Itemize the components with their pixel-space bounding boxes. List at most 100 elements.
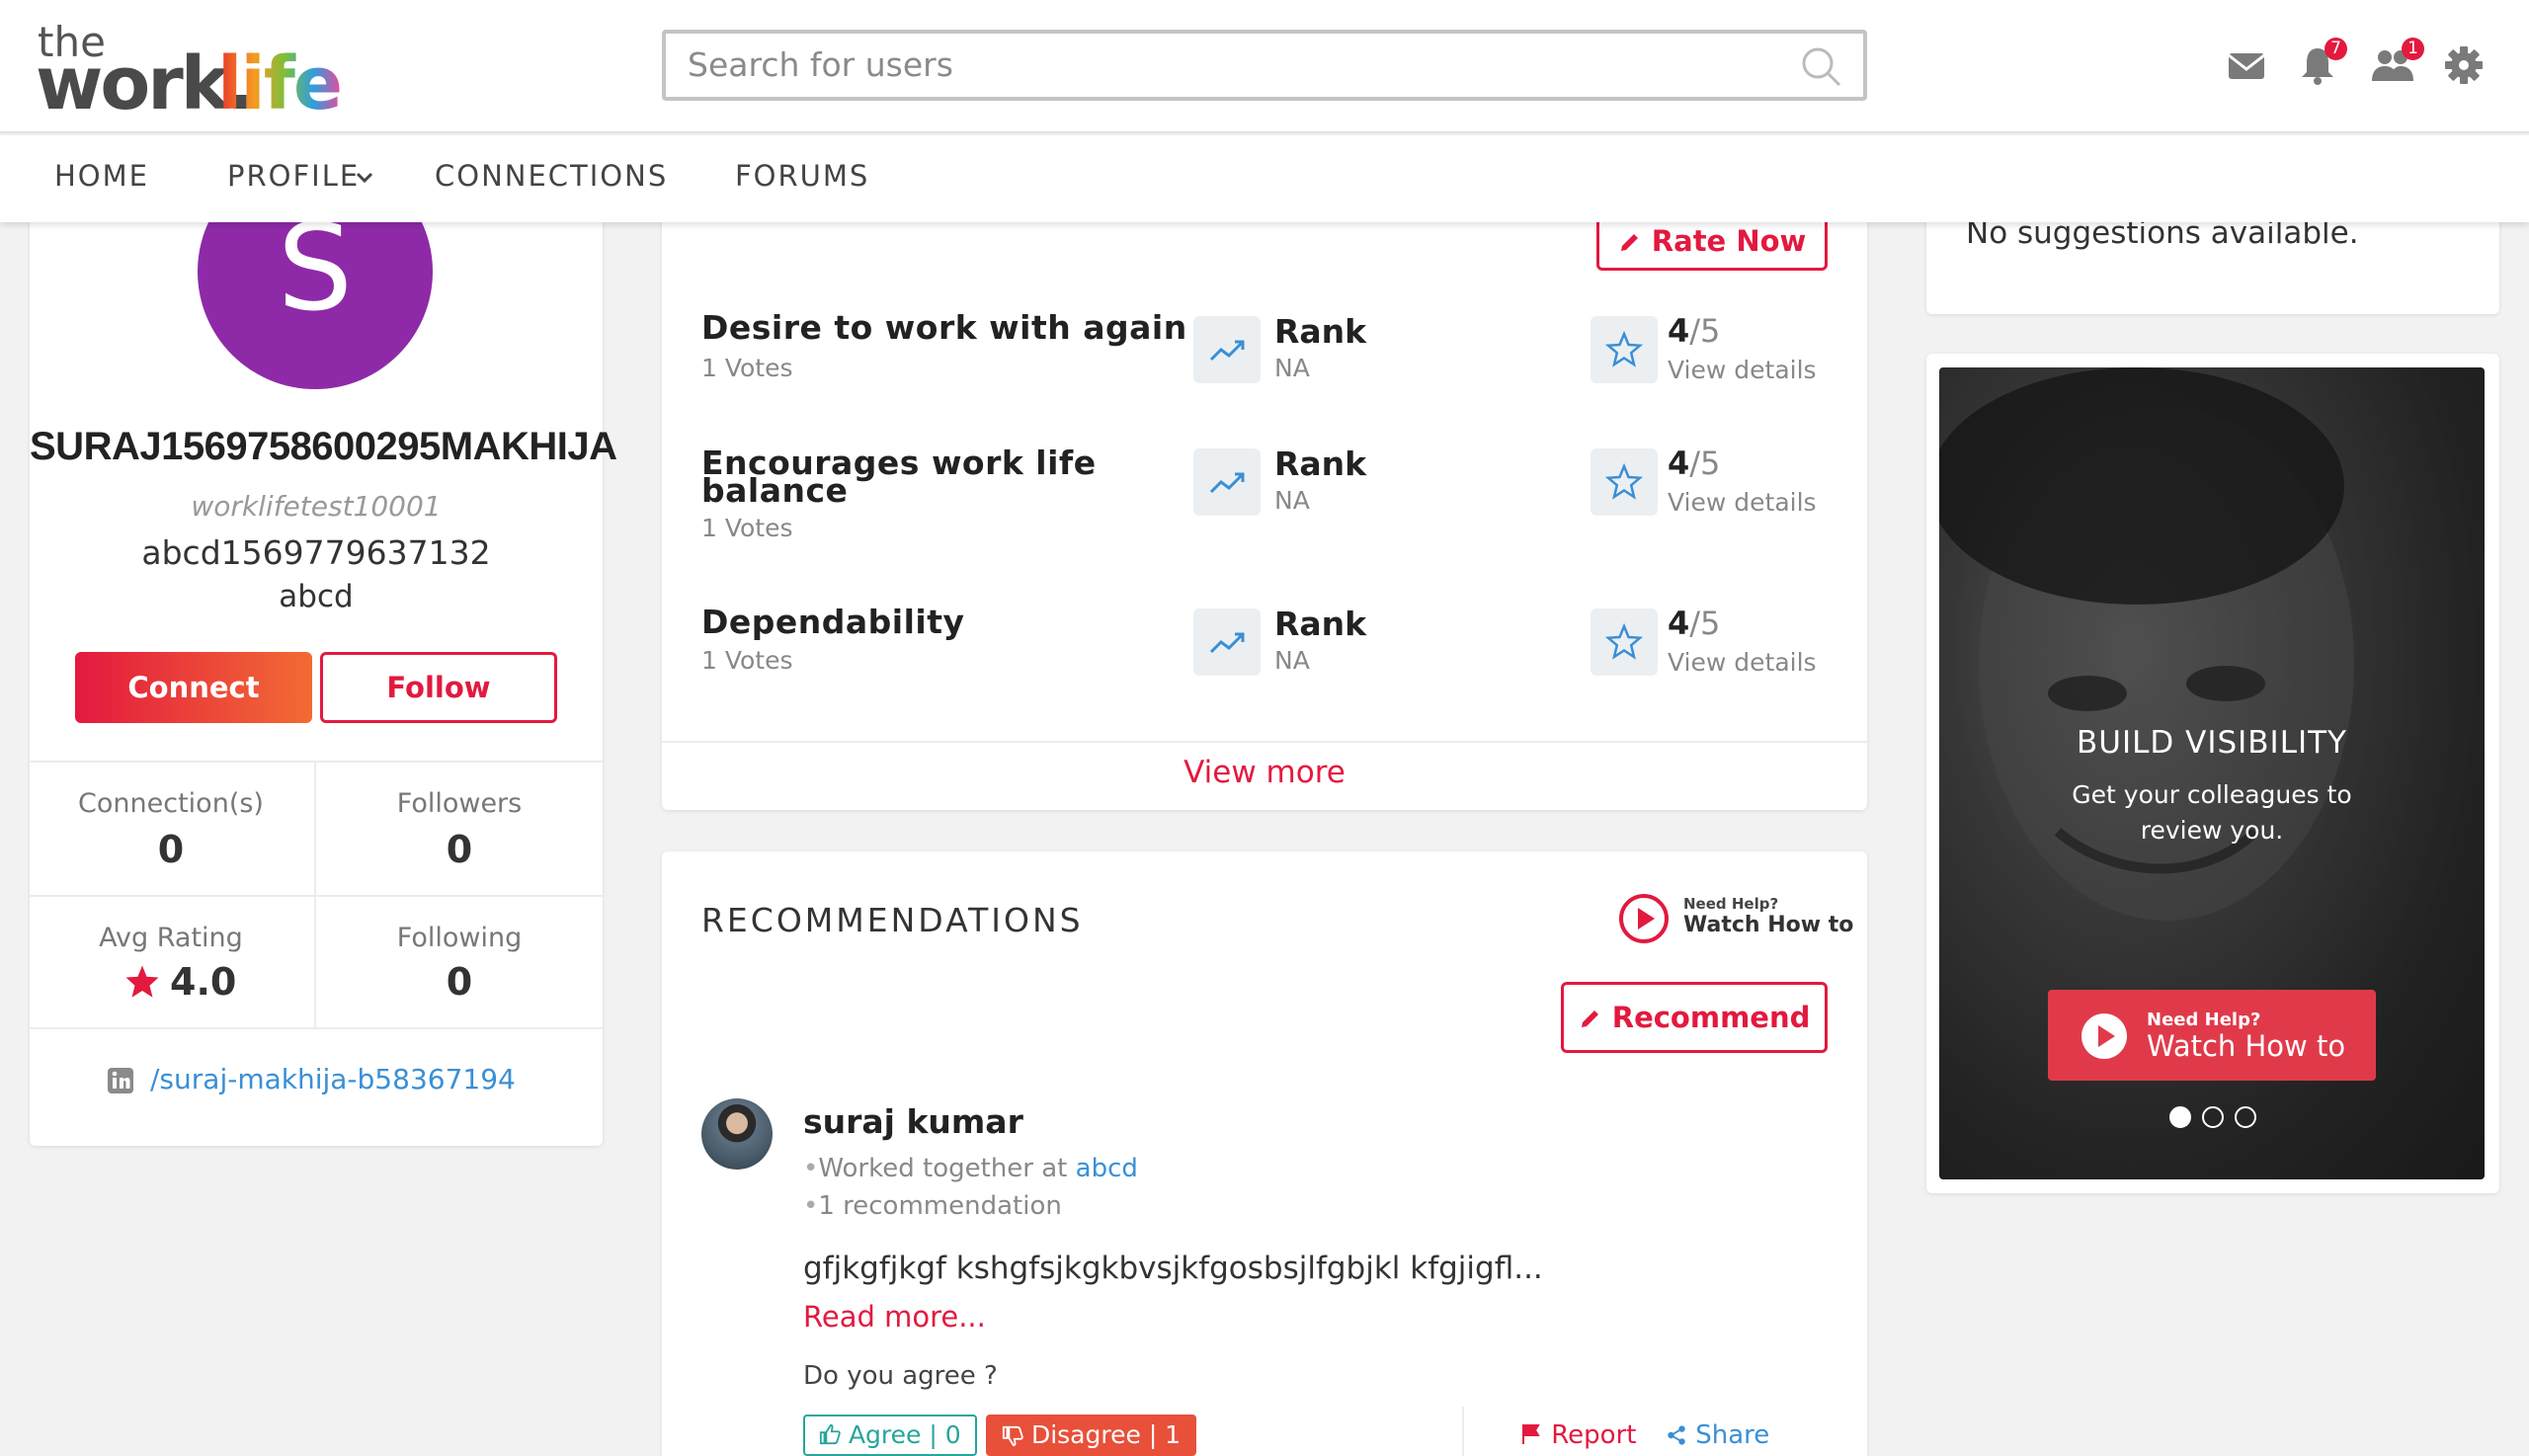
rating-score-max: /5 [1689,605,1721,642]
rating-votes: 1 Votes [701,646,793,675]
divider [1462,1407,1464,1456]
followers-count[interactable]: 0 [316,828,603,871]
divider [30,895,603,897]
agree-question: Do you agree ? [803,1361,998,1391]
share-link[interactable]: Share [1666,1420,1769,1450]
star-box [1591,448,1658,516]
requests-button[interactable]: 1 [2369,38,2424,87]
chevron-down-icon[interactable] [356,171,373,185]
follow-button[interactable]: Follow [320,652,557,723]
logo-life: life [217,41,343,126]
worked-company-link[interactable]: abcd [1076,1154,1138,1183]
star-icon [125,965,159,998]
worked-together-text: Worked together at [818,1154,1076,1183]
linkedin-icon [108,1068,133,1093]
bullet: • [803,1154,819,1183]
linkedin-link[interactable]: /suraj-makhija-b58367194 [150,1063,516,1095]
rating-score: 4/5 [1668,445,1720,482]
recommend-label: Recommend [1611,1001,1811,1034]
nav-home[interactable]: HOME [54,159,149,193]
nav-connections[interactable]: CONNECTIONS [435,159,668,193]
read-more-link[interactable]: Read more... [803,1300,986,1334]
carousel-dot-1[interactable] [2169,1106,2191,1128]
watch-how-to-button[interactable]: Need Help? Watch How to [1618,891,1853,946]
thumbs-up-icon [819,1423,841,1445]
connect-button[interactable]: Connect [75,652,312,723]
report-link[interactable]: Report [1519,1420,1636,1450]
agree-button[interactable]: Agree | 0 [803,1415,977,1456]
agree-label: Agree [848,1420,922,1449]
recommend-button[interactable]: Recommend [1561,982,1828,1053]
rating-name: Dependability [701,603,965,641]
ad-help-small: Need Help? [2147,1010,2261,1030]
view-details-link[interactable]: View details [1668,648,1817,677]
rank-label: Rank [1274,445,1367,483]
avg-rating-value: 4.0 [170,960,237,1004]
rank-value: NA [1274,646,1310,675]
search-input[interactable] [666,34,1753,95]
disagree-button[interactable]: Disagree | 1 [986,1415,1197,1456]
carousel-dot-2[interactable] [2202,1106,2224,1128]
carousel-dot-3[interactable] [2235,1106,2256,1128]
search-icon[interactable] [1800,45,1841,87]
report-label: Report [1551,1420,1637,1450]
main-nav: HOME PROFILE CONNECTIONS FORUMS [0,135,2529,222]
rank-box [1193,448,1261,516]
agree-count: | 0 [929,1420,961,1449]
view-details-link[interactable]: View details [1668,356,1817,384]
ad-subtitle-line-2: review you. [2140,816,2284,845]
ad-watch-how-to-button[interactable]: Need Help? Watch How to [2048,990,2376,1081]
rating-score-value: 4 [1668,605,1690,642]
nav-profile[interactable]: PROFILE [227,159,360,193]
bullet: • [803,1191,819,1221]
ad-title: BUILD VISIBILITY [2077,725,2347,761]
trending-up-icon [1209,340,1245,362]
view-more-link[interactable]: View more [662,755,1867,790]
recommender-avatar[interactable] [701,1098,773,1170]
following-label: Following [396,923,523,953]
following-count[interactable]: 0 [316,960,603,1004]
search-box [662,30,1867,101]
mail-icon[interactable] [2225,43,2268,87]
profile-company: abcd [279,579,354,614]
rating-score: 4/5 [1668,312,1720,350]
ad-subtitle-line-1: Get your colleagues to [2072,780,2352,809]
star-outline-icon [1604,462,1644,500]
worked-together: •Worked together at abcd [803,1154,1138,1183]
rating-score-value: 4 [1668,445,1690,482]
rating-name: Encourages work life balance [701,444,1097,510]
avg-rating: 4.0 [124,960,322,1008]
notifications-button[interactable]: 7 [2296,38,2347,87]
profile-title: abcd1569779637132 [141,533,491,572]
recommender-name[interactable]: suraj kumar [803,1102,1023,1141]
nav-forums[interactable]: FORUMS [735,159,869,193]
divider [662,741,1867,743]
recommendation-count-text: 1 recommendation [818,1191,1062,1221]
rank-label: Rank [1274,312,1367,351]
help-small: Need Help? [1683,895,1779,913]
pencil-icon [1581,1011,1598,1027]
disagree-label: Disagree [1030,1420,1141,1449]
rating-votes: 1 Votes [701,354,793,382]
rating-score-max: /5 [1689,445,1721,482]
rate-now-label: Rate Now [1651,224,1807,258]
flag-icon [1522,1424,1540,1444]
rating-name: Desire to work with again [701,308,1187,347]
play-circle-icon [1619,894,1669,943]
connections-count[interactable]: 0 [28,828,314,871]
settings-gear-icon[interactable] [2442,43,2486,87]
notifications-badge: 7 [2325,38,2347,60]
share-icon [1668,1425,1685,1445]
build-visibility-banner[interactable]: BUILD VISIBILITY Get your colleagues to … [1939,367,2485,1179]
star-box [1591,316,1658,383]
divider [30,1027,603,1029]
thumbs-down-icon [1002,1425,1023,1447]
profile-username: worklifetest10001 [191,490,442,523]
view-details-link[interactable]: View details [1668,488,1817,517]
rank-box [1193,316,1261,383]
worklife-logo[interactable]: the work. life [36,22,352,121]
star-outline-icon [1604,330,1644,367]
profile-name: SURAJ1569758600295MAKHIJA [30,425,617,468]
pencil-icon [1620,234,1638,251]
rating-score-max: /5 [1689,312,1721,350]
